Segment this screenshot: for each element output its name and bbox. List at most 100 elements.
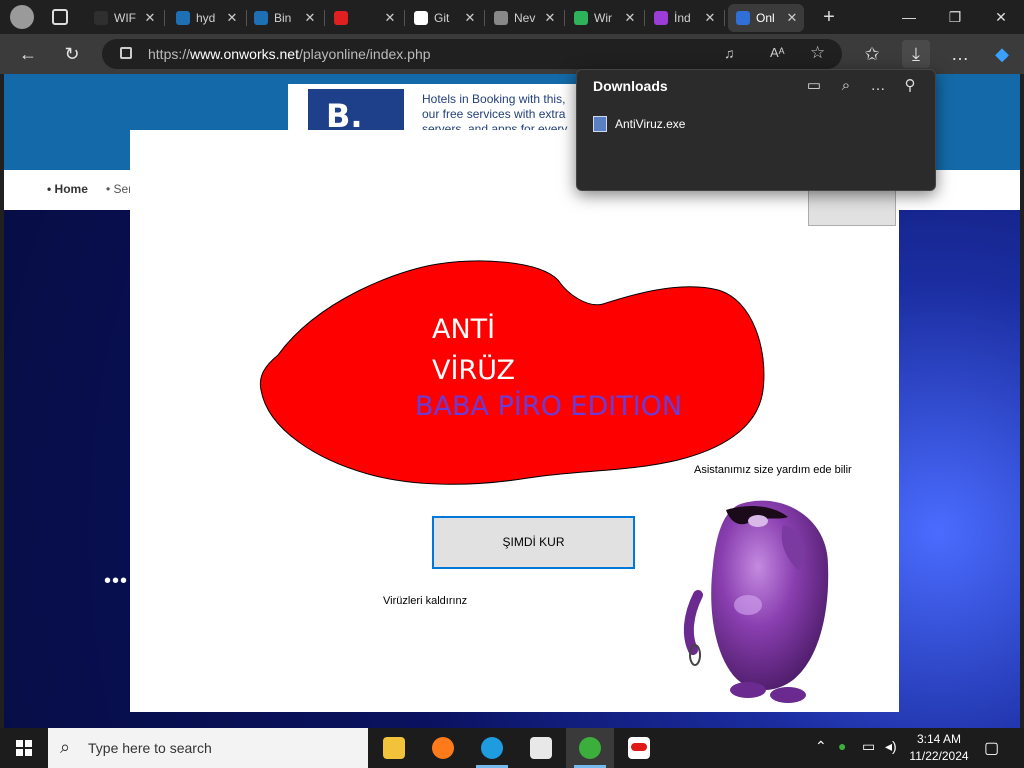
tab-close-icon[interactable]: ✕ [702,10,718,26]
title-line-2: VİRÜZ [432,355,515,386]
remove-viruses-label: Virüzleri kaldırınz [383,595,468,607]
downloads-panel: Downloads ▭ ⌕ … ⚲ AntiViruz.exe [576,69,936,191]
tab-close-icon[interactable]: ✕ [224,10,240,26]
downloads-icon[interactable]: ⤓ [902,40,930,68]
favorites-icon[interactable]: ✩ [858,40,886,68]
browser-tab-strip: WIF ✕ hyd ✕ Bin ✕ ✕ Git ✕ Nev ✕ Wir ✕ İnd ✕ Onl ✕ + — ❐ … [0,0,1024,34]
nav-home[interactable]: • Home [47,182,88,196]
messenger-app[interactable] [566,728,614,768]
url-text: https://www.onworks.net/playonline/index… [148,46,431,62]
tab-label: Bin [274,11,292,25]
download-item[interactable]: AntiViruz.exe [593,116,685,132]
new-tab-button[interactable]: + [814,6,844,28]
search-icon[interactable]: ⌕ [835,75,857,97]
tab-favicon-icon [254,11,268,25]
tab-close-icon[interactable]: ✕ [622,10,638,26]
taskbar: ⌕ Type here to search ⌃ ● ▭ ◂) 3:14 AM 1… [0,728,1024,768]
downloads-title: Downloads [593,78,668,94]
read-aloud-icon[interactable]: Aᴬ [770,45,785,60]
firefox-app[interactable] [419,728,467,768]
open-folder-icon[interactable]: ▭ [803,75,825,97]
tab-close-icon[interactable]: ✕ [542,10,558,26]
favorite-star-icon[interactable]: ☆ [810,43,825,63]
browser-tab[interactable]: Nev ✕ [486,4,562,32]
purple-mascot-image [683,500,829,703]
clock[interactable]: 3:14 AM 11/22/2024 [908,731,970,765]
clock-time: 3:14 AM [916,732,962,746]
tab-close-icon[interactable]: ✕ [302,10,318,26]
tab-separator [564,10,565,26]
restore-button[interactable]: ❐ [940,6,970,28]
profile-avatar[interactable] [10,5,34,29]
tab-label: Nev [514,11,536,25]
network-icon[interactable]: ▭ [862,738,875,755]
tab-label: Wir [594,11,612,25]
tab-label: İnd [674,11,691,25]
install-now-button[interactable]: ŞIMDİ KUR [432,516,635,569]
more-options-icon[interactable]: ••• [104,570,128,593]
title-line-1: ANTİ [432,314,496,345]
browser-tab[interactable]: İnd ✕ [646,4,722,32]
tab-separator [484,10,485,26]
tab-separator [644,10,645,26]
antivirus-window: X ANTİ VİRÜZ BABA PİRO EDITION Asistanım… [130,130,899,712]
tab-favicon-icon [574,11,588,25]
tab-label: hyd [196,11,216,25]
clock-date: 11/22/2024 [909,749,969,763]
more-menu-icon[interactable]: … [946,40,974,68]
tab-favicon-icon [176,11,190,25]
tab-close-icon[interactable]: ✕ [142,10,158,26]
browser-tab[interactable]: Git ✕ [406,4,482,32]
tab-actions-icon[interactable] [52,9,68,25]
start-button[interactable] [0,728,48,768]
browser-tab[interactable]: Onl ✕ [728,4,804,32]
user-status-icon[interactable]: ● [838,738,846,754]
tab-separator [724,10,725,26]
more-options-icon[interactable]: … [867,75,889,97]
tab-favicon-icon [94,11,108,25]
tab-label: Onl [756,11,775,25]
refresh-icon[interactable]: ↻ [58,40,86,68]
browser-toolbar: ← ↻ https://www.onworks.net/playonline/i… [0,34,1024,74]
back-arrow-icon[interactable]: ← [14,40,42,68]
browser-tab[interactable]: ✕ [326,4,402,32]
tab-favicon-icon [334,11,348,25]
tab-label: WIF [114,11,136,25]
browser-tab[interactable]: Wir ✕ [566,4,642,32]
download-filename: AntiViruz.exe [615,117,686,131]
search-placeholder: Type here to search [88,740,212,756]
edition-label: BABA PİRO EDITION [415,391,683,422]
tab-separator [404,10,405,26]
taskbar-search[interactable]: ⌕ Type here to search [48,728,368,768]
copilot-icon[interactable]: ◆ [988,40,1016,68]
tab-favicon-icon [654,11,668,25]
edge-app[interactable] [468,728,516,768]
tab-favicon-icon [494,11,508,25]
nav-services[interactable]: • Ser [106,182,132,196]
app-window-icon[interactable] [517,728,565,768]
tab-separator [324,10,325,26]
show-hidden-icons[interactable]: ⌃ [815,738,827,755]
address-bar[interactable]: https://www.onworks.net/playonline/index… [102,39,842,69]
tab-separator [164,10,165,26]
assistant-label: Asistanımız size yardım ede bilir [694,464,852,476]
tab-close-icon[interactable]: ✕ [784,10,800,26]
minimize-button[interactable]: — [894,6,924,28]
lock-icon[interactable] [120,47,132,59]
tab-close-icon[interactable]: ✕ [462,10,478,26]
browser-tab[interactable]: hyd ✕ [168,4,244,32]
pin-icon[interactable]: ⚲ [899,75,921,97]
notifications-icon[interactable]: ▢ [984,738,999,758]
volume-icon[interactable]: ◂) [885,738,897,755]
tab-close-icon[interactable]: ✕ [382,10,398,26]
tab-favicon-icon [736,11,750,25]
browser-tab[interactable]: WIF ✕ [86,4,162,32]
notification-bell-icon[interactable]: ♫ [724,45,735,61]
lips-app[interactable] [615,728,663,768]
tab-label: Git [434,11,450,25]
search-icon: ⌕ [60,737,71,757]
windows-logo-icon [16,740,32,756]
file-explorer-app[interactable] [370,728,418,768]
close-window-button[interactable]: ✕ [986,6,1016,28]
browser-tab[interactable]: Bin ✕ [246,4,322,32]
